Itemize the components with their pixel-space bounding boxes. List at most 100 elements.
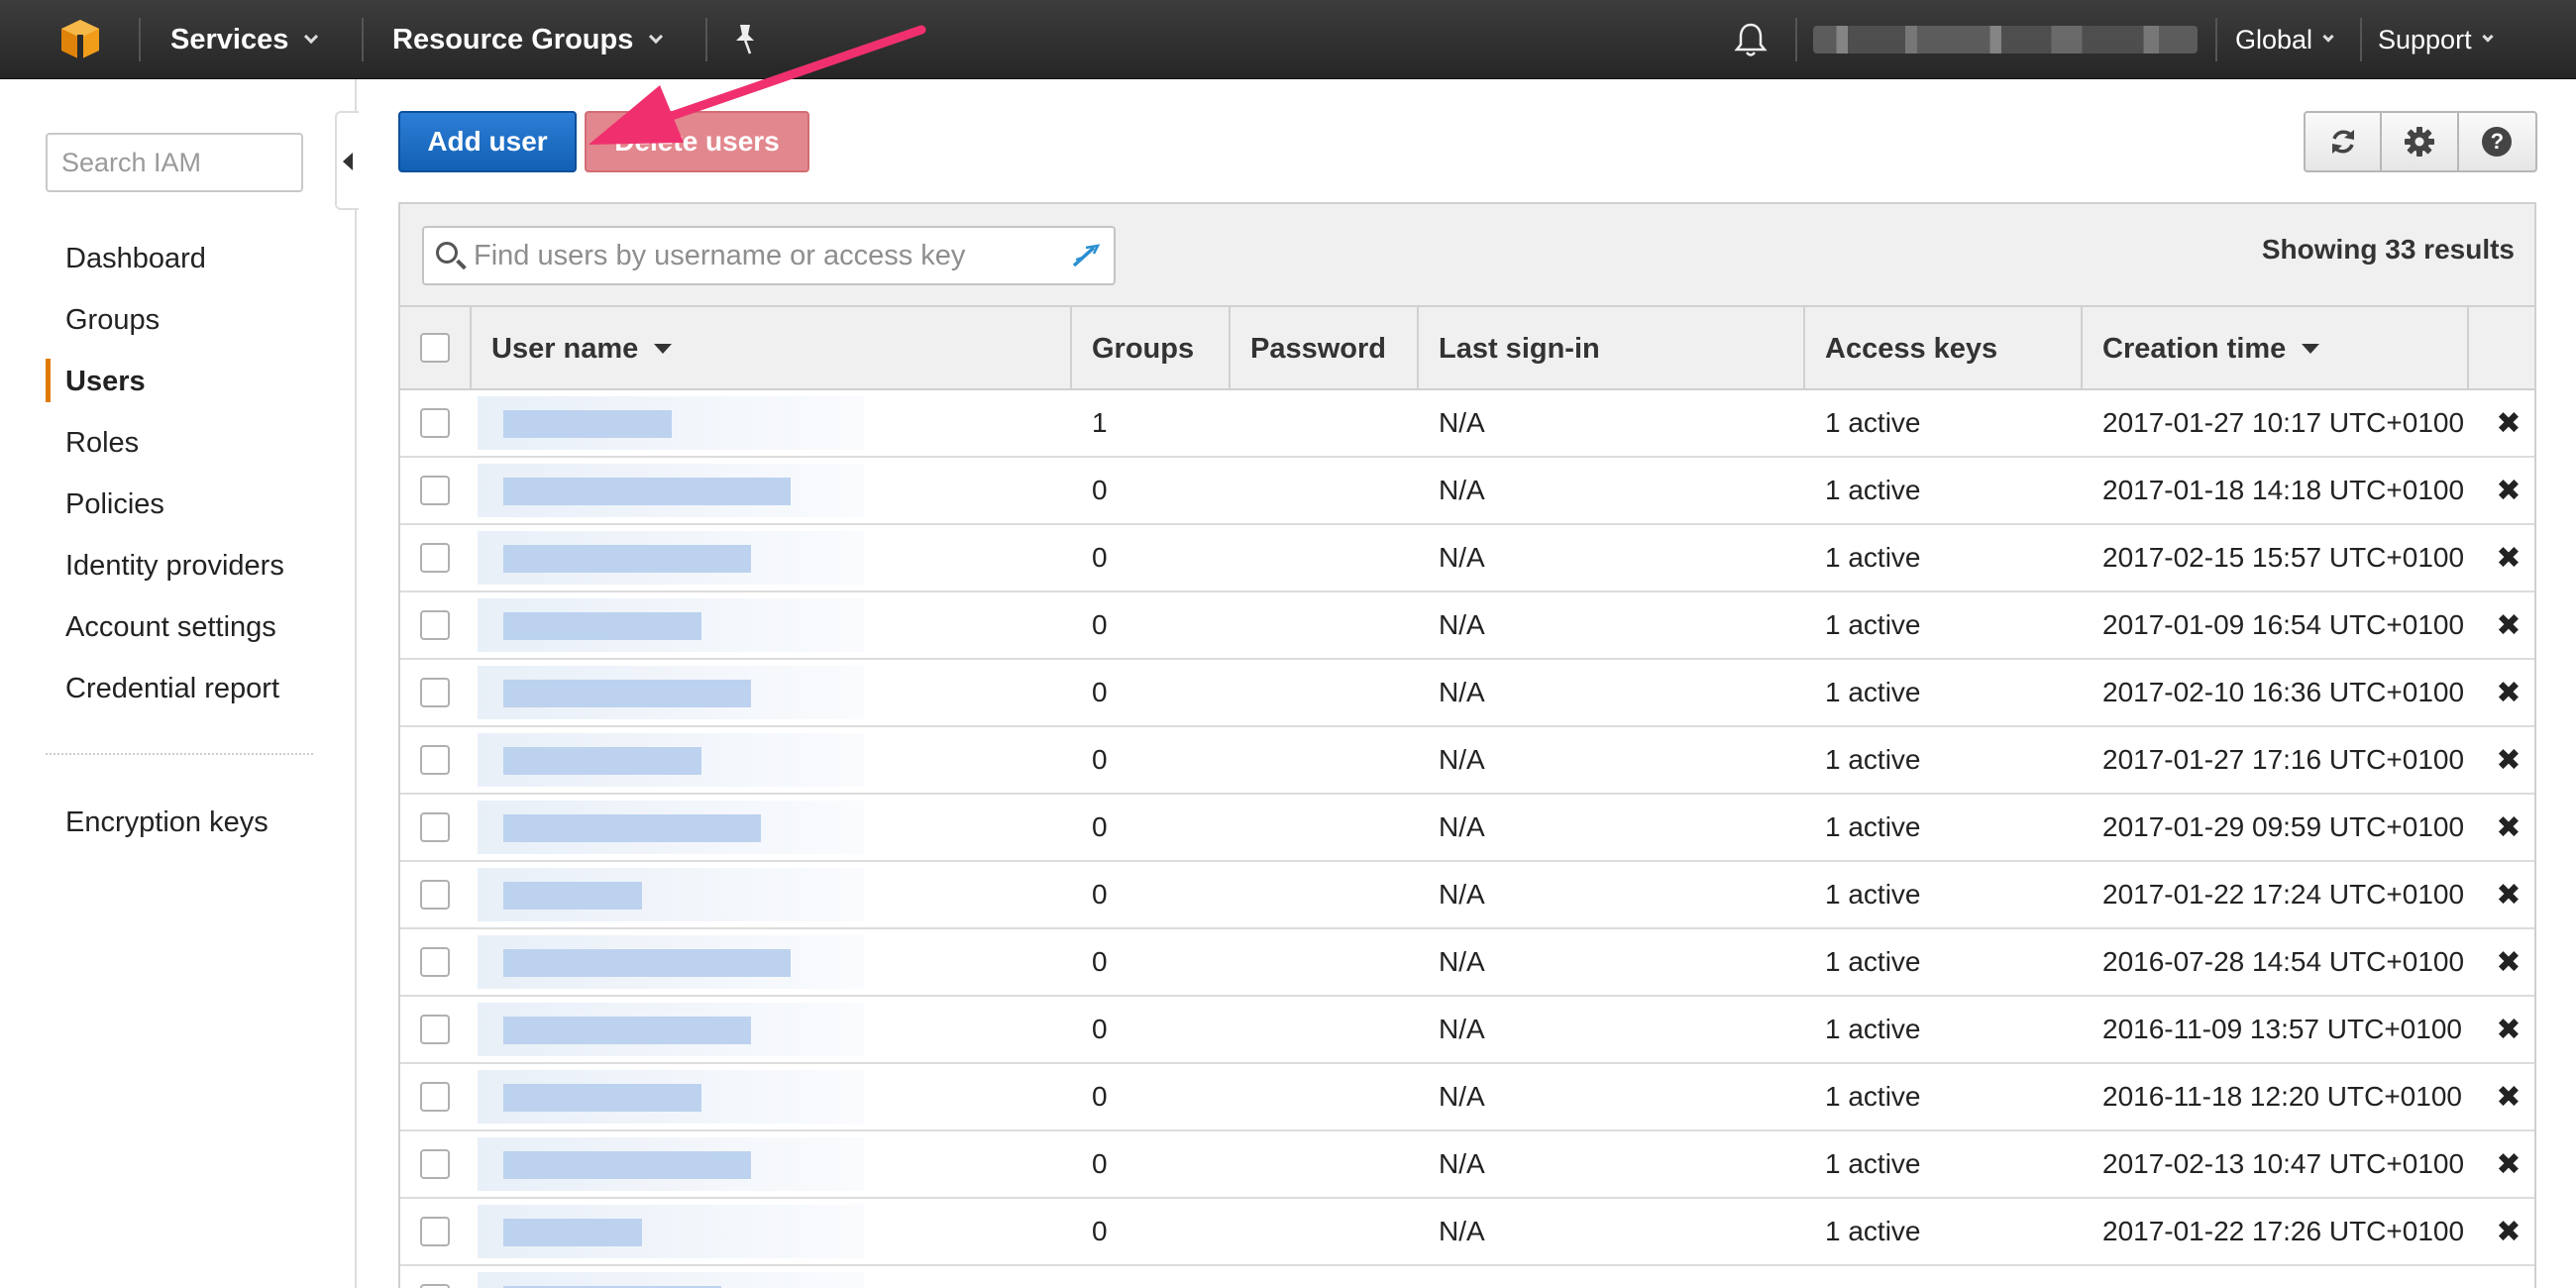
row-checkbox[interactable] — [420, 947, 450, 977]
row-checkbox[interactable] — [420, 476, 450, 505]
aws-logo-icon[interactable] — [57, 0, 103, 79]
table-row[interactable]: 1 N/A 1 active 2017-01-27 10:17 UTC+0100… — [400, 390, 2534, 458]
row-checkbox[interactable] — [420, 745, 450, 775]
column-header-last-sign-in[interactable]: Last sign-in — [1419, 307, 1805, 390]
row-checkbox[interactable] — [420, 543, 450, 573]
row-checkbox[interactable] — [420, 1217, 450, 1246]
table-row[interactable]: 0 N/A 1 active 2017-01-26 10:48 UTC+0100… — [400, 1266, 2534, 1288]
user-name-link-redacted[interactable] — [478, 733, 864, 787]
groups-cell: 0 — [1092, 1148, 1108, 1179]
column-header-access-keys[interactable]: Access keys — [1805, 307, 2083, 390]
top-navigation-bar: Services Resource Groups Global Support — [0, 0, 2576, 79]
row-checkbox[interactable] — [420, 1082, 450, 1112]
sidebar-item-roles[interactable]: Roles — [65, 427, 139, 460]
column-header-creation-time[interactable]: Creation time — [2083, 307, 2469, 390]
table-row[interactable]: 0 N/A 1 active 2016-11-18 12:20 UTC+0100… — [400, 1064, 2534, 1131]
row-checkbox[interactable] — [420, 1149, 450, 1179]
user-name-link-redacted[interactable] — [478, 868, 864, 921]
row-checkbox[interactable] — [420, 1015, 450, 1044]
select-all-checkbox[interactable] — [420, 333, 450, 363]
table-row[interactable]: 0 N/A 1 active 2017-01-18 14:18 UTC+0100… — [400, 458, 2534, 525]
user-name-link-redacted[interactable] — [478, 801, 864, 854]
sidebar-item-identity-providers[interactable]: Identity providers — [65, 550, 284, 583]
add-user-button[interactable]: Add user — [398, 111, 577, 172]
table-row[interactable]: 0 N/A 1 active 2017-01-22 17:26 UTC+0100… — [400, 1199, 2534, 1266]
sidebar-item-credential-report[interactable]: Credential report — [65, 673, 279, 705]
row-checkbox[interactable] — [420, 610, 450, 640]
magic-wand-icon[interactable] — [1068, 240, 1104, 271]
gear-icon[interactable] — [2382, 113, 2459, 170]
delete-row-icon[interactable]: ✖ — [2494, 609, 2523, 642]
delete-row-icon[interactable]: ✖ — [2494, 542, 2523, 575]
table-row[interactable]: 0 N/A 1 active 2017-01-09 16:54 UTC+0100… — [400, 592, 2534, 660]
column-header-groups[interactable]: Groups — [1072, 307, 1231, 390]
table-row[interactable]: 0 N/A 1 active 2017-01-27 17:16 UTC+0100… — [400, 727, 2534, 795]
user-filter-field[interactable] — [422, 226, 1116, 285]
user-name-link-redacted[interactable] — [478, 1003, 864, 1056]
services-menu[interactable]: Services — [170, 0, 319, 79]
help-icon[interactable]: ? — [2459, 113, 2535, 170]
account-menu-redacted[interactable] — [1813, 26, 2198, 54]
row-checkbox[interactable] — [420, 812, 450, 842]
refresh-icon[interactable] — [2306, 113, 2383, 170]
delete-row-icon[interactable]: ✖ — [2494, 1148, 2523, 1181]
resource-groups-menu[interactable]: Resource Groups — [392, 0, 664, 79]
pin-icon[interactable] — [731, 0, 759, 79]
user-name-link-redacted[interactable] — [478, 666, 864, 719]
creation-time-cell: 2017-01-22 17:26 UTC+0100 — [2102, 1216, 2465, 1246]
delete-row-icon[interactable]: ✖ — [2494, 879, 2523, 912]
groups-cell: 0 — [1092, 879, 1108, 910]
delete-row-icon[interactable]: ✖ — [2494, 1081, 2523, 1114]
sidebar-item-encryption-keys[interactable]: Encryption keys — [65, 806, 268, 839]
search-iam-input[interactable] — [46, 133, 303, 192]
table-row[interactable]: 0 N/A 1 active 2016-07-28 14:54 UTC+0100… — [400, 929, 2534, 997]
last-sign-in-cell: N/A — [1439, 744, 1485, 775]
delete-row-icon[interactable]: ✖ — [2494, 946, 2523, 979]
user-name-link-redacted[interactable] — [478, 464, 864, 517]
delete-row-icon[interactable]: ✖ — [2494, 1216, 2523, 1248]
user-filter-input[interactable] — [474, 228, 1058, 283]
last-sign-in-cell: N/A — [1439, 811, 1485, 842]
table-row[interactable]: 0 N/A 1 active 2017-01-29 09:59 UTC+0100… — [400, 795, 2534, 862]
table-row[interactable]: 0 N/A 1 active 2017-02-10 16:36 UTC+0100… — [400, 660, 2534, 727]
creation-time-cell: 2017-01-26 10:48 UTC+0100 — [2102, 1266, 2464, 1288]
sidebar-collapse-toggle[interactable] — [335, 111, 359, 210]
sidebar-item-groups[interactable]: Groups — [65, 304, 160, 337]
region-menu[interactable]: Global — [2235, 0, 2334, 79]
delete-row-icon[interactable]: ✖ — [2494, 744, 2523, 777]
delete-row-icon[interactable]: ✖ — [2494, 407, 2523, 440]
user-name-link-redacted[interactable] — [478, 598, 864, 652]
delete-row-icon[interactable]: ✖ — [2494, 1014, 2523, 1046]
user-name-link-redacted[interactable] — [478, 1272, 864, 1288]
table-row[interactable]: 0 N/A 1 active 2016-11-09 13:57 UTC+0100… — [400, 997, 2534, 1064]
sidebar-item-users[interactable]: Users — [65, 366, 146, 398]
table-row[interactable]: 0 N/A 1 active 2017-02-13 10:47 UTC+0100… — [400, 1131, 2534, 1199]
column-header-password[interactable]: Password — [1231, 307, 1419, 390]
user-name-link-redacted[interactable] — [478, 1070, 864, 1124]
row-checkbox[interactable] — [420, 678, 450, 707]
table-row[interactable]: 0 N/A 1 active 2017-02-15 15:57 UTC+0100… — [400, 525, 2534, 592]
row-checkbox[interactable] — [420, 408, 450, 438]
column-label: Groups — [1092, 332, 1195, 365]
column-header-user-name[interactable]: User name — [472, 307, 1072, 390]
support-menu[interactable]: Support — [2378, 0, 2494, 79]
row-checkbox[interactable] — [420, 1284, 450, 1288]
table-row[interactable]: 0 N/A 1 active 2017-01-22 17:24 UTC+0100… — [400, 862, 2534, 929]
user-name-link-redacted[interactable] — [478, 935, 864, 989]
delete-row-icon[interactable]: ✖ — [2494, 475, 2523, 507]
sidebar-item-account-settings[interactable]: Account settings — [65, 611, 276, 644]
delete-row-icon[interactable]: ✖ — [2494, 1283, 2523, 1288]
user-name-link-redacted[interactable] — [478, 531, 864, 585]
notifications-bell-icon[interactable] — [1734, 0, 1768, 79]
sidebar-item-policies[interactable]: Policies — [65, 488, 164, 521]
delete-row-icon[interactable]: ✖ — [2494, 811, 2523, 844]
user-name-link-redacted[interactable] — [478, 1205, 864, 1258]
row-checkbox[interactable] — [420, 880, 450, 910]
delete-row-icon[interactable]: ✖ — [2494, 677, 2523, 709]
last-sign-in-cell: N/A — [1439, 1148, 1485, 1179]
delete-users-button[interactable]: Delete users — [585, 111, 809, 172]
results-count: Showing 33 results — [2261, 234, 2515, 265]
user-name-link-redacted[interactable] — [478, 396, 864, 450]
sidebar-item-dashboard[interactable]: Dashboard — [65, 243, 206, 275]
user-name-link-redacted[interactable] — [478, 1137, 864, 1191]
